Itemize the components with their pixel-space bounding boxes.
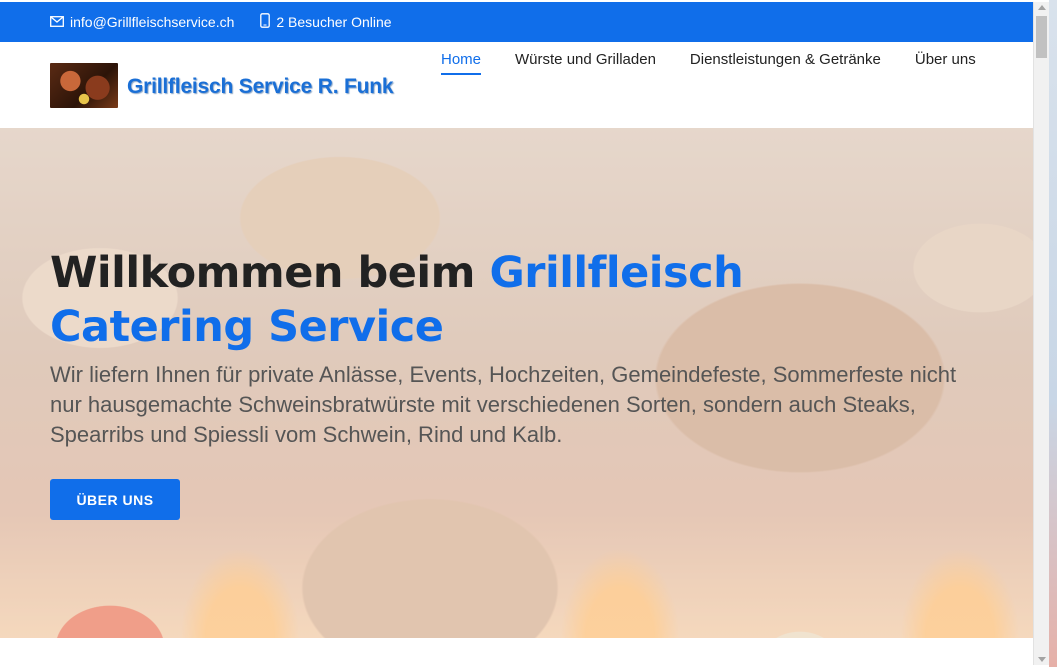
hero-title-accent1: Grillfleisch <box>489 248 744 298</box>
nav-uber-uns[interactable]: Über uns <box>915 42 976 75</box>
window-edge <box>1049 0 1057 667</box>
phone-icon <box>260 13 271 31</box>
site-header: Grillfleisch Service R. Funk Home Würste… <box>0 42 1033 128</box>
hero-title-accent2: Catering Service <box>50 302 444 352</box>
scroll-thumb[interactable] <box>1036 16 1047 58</box>
nav-dienstleistungen[interactable]: Dienstleistungen & Getränke <box>690 42 881 75</box>
nav-home[interactable]: Home <box>441 42 482 75</box>
logo-image[interactable] <box>50 63 118 108</box>
flame-decoration <box>180 548 300 638</box>
hero-title-part1: Willkommen beim <box>50 248 490 298</box>
vertical-scrollbar[interactable] <box>1033 2 1049 665</box>
hero-title: Willkommen beim Grillfleisch Catering Se… <box>50 246 1010 354</box>
scroll-up-icon[interactable] <box>1038 5 1046 10</box>
visitors-text: 2 Besucher Online <box>276 14 392 30</box>
nav-wurste-grilladen[interactable]: Würste und Grilladen <box>515 42 656 75</box>
hero-text: Wir liefern Ihnen für private Anlässe, E… <box>50 362 957 447</box>
hero-content: Willkommen beim Grillfleisch Catering Se… <box>50 246 1010 450</box>
envelope-icon <box>50 14 64 30</box>
scroll-down-icon[interactable] <box>1038 657 1046 662</box>
top-bar: info@Grillfleischservice.ch 2 Besucher O… <box>0 2 1033 42</box>
about-us-button[interactable]: ÜBER UNS <box>50 479 180 520</box>
visitors-online: 2 Besucher Online <box>260 13 392 31</box>
main-nav: Home Würste und Grilladen Dienstleistung… <box>441 42 976 82</box>
email-contact[interactable]: info@Grillfleischservice.ch <box>50 14 234 30</box>
logo-text[interactable]: Grillfleisch Service R. Funk <box>127 75 394 99</box>
hero-section: Willkommen beim Grillfleisch Catering Se… <box>0 128 1033 638</box>
flame-decoration <box>560 548 680 638</box>
flame-decoration <box>900 548 1020 638</box>
email-text[interactable]: info@Grillfleischservice.ch <box>70 14 234 30</box>
